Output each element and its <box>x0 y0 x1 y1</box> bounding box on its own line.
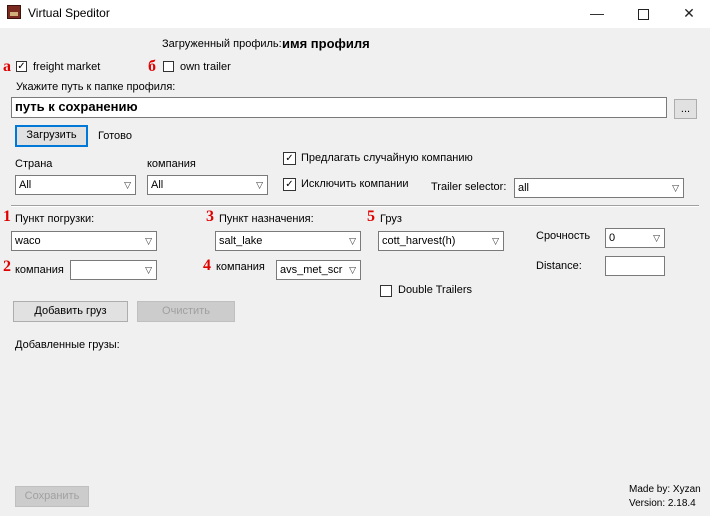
chevron-down-icon: ▽ <box>672 183 679 193</box>
country-select[interactable]: All ▽ <box>15 175 136 195</box>
marker-4: 4 <box>203 257 211 274</box>
origin-select[interactable]: waco ▽ <box>11 231 157 251</box>
close-button[interactable]: ✕ <box>666 0 710 28</box>
trailer-selector-label: Trailer selector: <box>431 181 507 193</box>
filter-company-label: компания <box>147 158 196 170</box>
random-company-label: Предлагать случайную компанию <box>301 152 473 164</box>
destination-company-value: avs_met_scr <box>280 264 343 276</box>
app-icon <box>7 5 21 19</box>
profile-path-label: Укажите путь к папке профиля: <box>16 81 176 93</box>
destination-company-label: компания <box>216 261 265 273</box>
added-cargo-label: Добавленные грузы: <box>15 339 120 351</box>
chevron-down-icon: ▽ <box>653 233 660 243</box>
browse-button[interactable]: ... <box>674 99 697 119</box>
chevron-down-icon: ▽ <box>492 236 499 246</box>
origin-label: Пункт погрузки: <box>15 213 95 225</box>
exclude-companies-label: Исключить компании <box>301 178 409 190</box>
country-value: All <box>19 179 32 191</box>
loaded-profile-label: Загруженный профиль: <box>162 38 282 50</box>
country-label: Страна <box>15 158 53 170</box>
destination-select[interactable]: salt_lake ▽ <box>215 231 361 251</box>
urgency-value: 0 <box>609 232 616 244</box>
double-trailers-label: Double Trailers <box>398 284 472 296</box>
maximize-button[interactable] <box>620 0 666 28</box>
made-by-text: Made by: Xyzan <box>629 484 701 495</box>
cargo-select[interactable]: cott_harvest(h) ▽ <box>378 231 504 251</box>
random-company-checkbox[interactable]: ✓ <box>283 152 296 165</box>
freight-market-label: freight market <box>33 61 101 73</box>
window-title: Virtual Speditor <box>28 6 110 20</box>
chevron-down-icon: ▽ <box>256 180 263 190</box>
marker-3: 3 <box>206 208 214 225</box>
origin-value: waco <box>15 235 41 247</box>
double-trailers-checkbox[interactable] <box>380 285 392 297</box>
urgency-select[interactable]: 0 ▽ <box>605 228 665 248</box>
chevron-down-icon: ▽ <box>145 265 152 275</box>
minimize-button[interactable]: — <box>574 0 620 28</box>
profile-path-input[interactable]: путь к сохранению <box>11 97 667 118</box>
separator <box>11 205 699 207</box>
marker-b: б <box>148 58 156 75</box>
distance-input[interactable] <box>605 256 665 276</box>
marker-a: а <box>3 58 11 75</box>
marker-2: 2 <box>3 258 11 275</box>
save-button[interactable]: Сохранить <box>15 486 89 507</box>
chevron-down-icon: ▽ <box>349 265 356 275</box>
chevron-down-icon: ▽ <box>349 236 356 246</box>
distance-label: Distance: <box>536 260 582 272</box>
filter-company-value: All <box>151 179 164 191</box>
freight-market-checkbox[interactable]: ✓ <box>16 61 27 72</box>
clear-button[interactable]: Очистить <box>137 301 235 322</box>
trailer-selector-value: all <box>518 182 530 194</box>
trailer-selector-select[interactable]: all ▽ <box>514 178 684 198</box>
origin-company-label: компания <box>15 264 64 276</box>
destination-value: salt_lake <box>219 235 263 247</box>
own-trailer-label: own trailer <box>180 61 231 73</box>
load-status: Готово <box>98 130 132 142</box>
load-button[interactable]: Загрузить <box>15 125 88 147</box>
chevron-down-icon: ▽ <box>145 236 152 246</box>
filter-company-select[interactable]: All ▽ <box>147 175 268 195</box>
destination-company-select[interactable]: avs_met_scr ▽ <box>276 260 361 280</box>
maximize-icon <box>637 8 649 20</box>
loaded-profile-name: имя профиля <box>282 36 370 51</box>
cargo-label: Груз <box>380 213 402 225</box>
marker-5: 5 <box>367 208 375 225</box>
chevron-down-icon: ▽ <box>124 180 131 190</box>
version-text: Version: 2.18.4 <box>629 498 696 509</box>
add-cargo-button[interactable]: Добавить груз <box>13 301 128 322</box>
exclude-companies-checkbox[interactable]: ✓ <box>283 178 296 191</box>
destination-label: Пункт назначения: <box>219 213 314 225</box>
urgency-label: Срочность <box>536 230 591 242</box>
own-trailer-checkbox[interactable] <box>163 61 174 72</box>
cargo-value: cott_harvest(h) <box>382 235 456 247</box>
marker-1: 1 <box>3 208 11 225</box>
origin-company-select[interactable]: ▽ <box>70 260 157 280</box>
